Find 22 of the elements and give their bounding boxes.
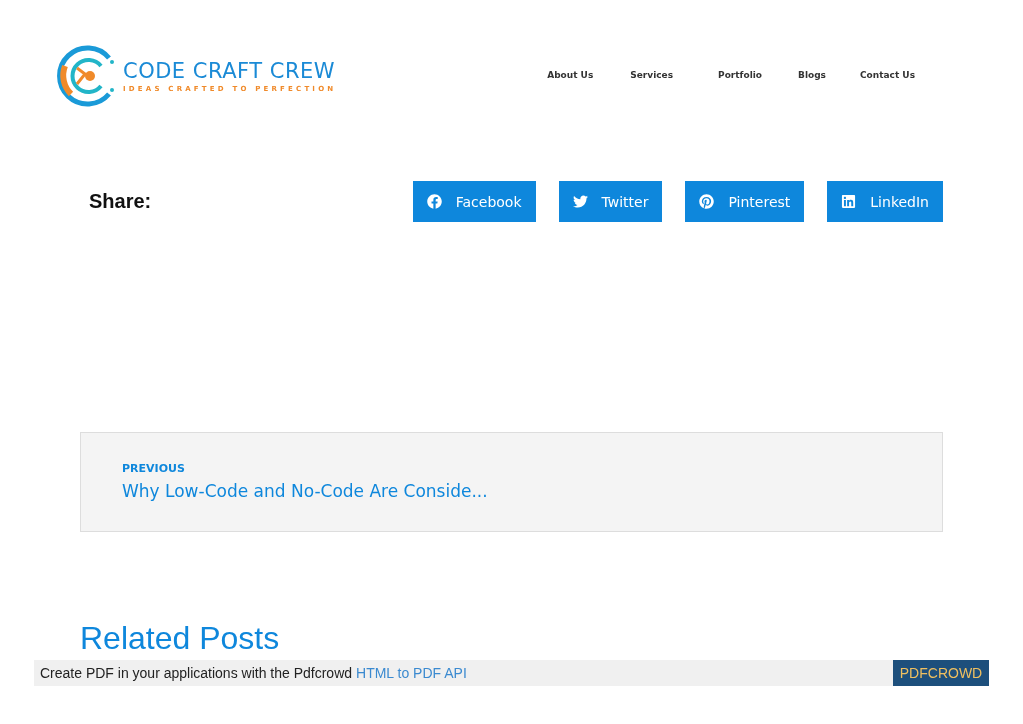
banner-text: Create PDF in your applications with the Pdfcrowd	[40, 665, 353, 681]
twitter-icon	[572, 194, 588, 209]
linkedin-icon	[841, 194, 857, 209]
pinterest-icon	[699, 194, 715, 209]
logo-icon	[57, 44, 117, 108]
logo-name: CODE CRAFT CREW	[123, 59, 337, 83]
previous-post-link[interactable]: Why Low-Code and No-Code Are Conside...	[122, 481, 901, 501]
share-button[interactable]: Facebook	[412, 181, 536, 222]
share-button[interactable]: Twitter	[558, 181, 663, 222]
nav-link[interactable]: Contact Us	[860, 70, 915, 80]
nav-link[interactable]: About Us	[547, 70, 594, 80]
banner-link[interactable]: HTML to PDF API	[356, 665, 467, 681]
share-label: Share:	[89, 190, 152, 213]
nav-link[interactable]: Portfolio	[718, 70, 763, 80]
facebook-icon	[426, 194, 442, 209]
share-button[interactable]: Pinterest	[685, 181, 805, 222]
pdfcrowd-button[interactable]: PDFCROWD	[893, 660, 989, 686]
previous-label: PREVIOUS	[122, 462, 186, 475]
nav-link[interactable]: Blogs	[798, 70, 826, 80]
nav-link[interactable]: Services	[630, 70, 674, 80]
related-posts-heading: Related Posts	[80, 622, 281, 654]
share-button[interactable]: LinkedIn	[827, 181, 943, 222]
